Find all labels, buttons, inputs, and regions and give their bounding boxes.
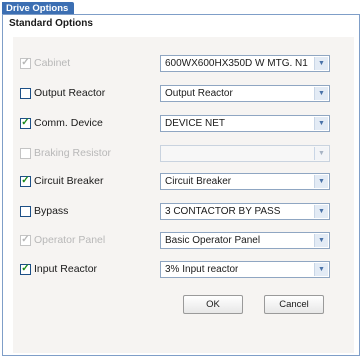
option-output-reactor[interactable]: Output Reactor — [20, 86, 105, 100]
input-reactor-select-value: 3% Input reactor — [165, 264, 239, 275]
option-braking-resistor: Braking Resistor — [20, 146, 111, 160]
output-reactor-label: Output Reactor — [34, 87, 106, 99]
operator-panel-select[interactable]: Basic Operator Panel ▼ — [160, 232, 330, 249]
chevron-down-icon: ▼ — [314, 147, 328, 160]
circuit-breaker-label: Circuit Breaker — [34, 175, 104, 187]
option-operator-panel: ✓ Operator Panel — [20, 233, 105, 247]
check-icon: ✓ — [21, 175, 30, 186]
option-cabinet: ✓ Cabinet — [20, 56, 70, 70]
chevron-down-icon[interactable]: ▼ — [314, 263, 328, 276]
bypass-checkbox[interactable] — [20, 205, 31, 217]
chevron-down-icon[interactable]: ▼ — [314, 117, 328, 130]
check-icon: ✓ — [21, 57, 30, 68]
cabinet-checkbox: ✓ — [20, 57, 31, 69]
comm-device-label: Comm. Device — [34, 117, 103, 129]
braking-resistor-label: Braking Resistor — [34, 147, 112, 159]
chevron-down-icon[interactable]: ▼ — [314, 205, 328, 218]
input-reactor-checkbox[interactable]: ✓ — [20, 263, 31, 275]
comm-device-select[interactable]: DEVICE NET ▼ — [160, 115, 330, 132]
chevron-down-icon[interactable]: ▼ — [314, 57, 328, 70]
circuit-breaker-select-value: Circuit Breaker — [165, 176, 232, 187]
chevron-down-icon[interactable]: ▼ — [314, 87, 328, 100]
operator-panel-label: Operator Panel — [34, 234, 106, 246]
circuit-breaker-checkbox[interactable]: ✓ — [20, 175, 31, 187]
cancel-button[interactable]: Cancel — [264, 295, 324, 314]
bypass-select[interactable]: 3 CONTACTOR BY PASS ▼ — [160, 203, 330, 220]
option-input-reactor[interactable]: ✓ Input Reactor — [20, 262, 97, 276]
section-title: Standard Options — [9, 18, 93, 29]
chevron-down-icon[interactable]: ▼ — [314, 234, 328, 247]
cabinet-select-value: 600WX600HX350D W MTG. N1 C. — [165, 58, 311, 69]
operator-panel-select-value: Basic Operator Panel — [165, 235, 261, 246]
check-icon: ✓ — [21, 263, 30, 274]
check-icon: ✓ — [21, 234, 30, 245]
option-comm-device[interactable]: ✓ Comm. Device — [20, 116, 103, 130]
comm-device-select-value: DEVICE NET — [165, 118, 226, 129]
cabinet-label: Cabinet — [34, 57, 71, 69]
cabinet-select[interactable]: 600WX600HX350D W MTG. N1 C. ▼ — [160, 55, 330, 72]
option-bypass[interactable]: Bypass — [20, 204, 68, 218]
input-reactor-label: Input Reactor — [34, 263, 98, 275]
output-reactor-checkbox[interactable] — [20, 87, 31, 99]
output-reactor-select-value: Output Reactor — [165, 88, 233, 99]
circuit-breaker-select[interactable]: Circuit Breaker ▼ — [160, 173, 330, 190]
operator-panel-checkbox: ✓ — [20, 234, 31, 246]
check-icon: ✓ — [21, 117, 30, 128]
option-circuit-breaker[interactable]: ✓ Circuit Breaker — [20, 174, 103, 188]
output-reactor-select[interactable]: Output Reactor ▼ — [160, 85, 330, 102]
braking-resistor-select: ▼ — [160, 145, 330, 162]
comm-device-checkbox[interactable]: ✓ — [20, 117, 31, 129]
braking-resistor-checkbox — [20, 147, 31, 159]
ok-button[interactable]: OK — [183, 295, 243, 314]
bypass-select-value: 3 CONTACTOR BY PASS — [165, 206, 281, 217]
bypass-label: Bypass — [34, 205, 69, 217]
input-reactor-select[interactable]: 3% Input reactor ▼ — [160, 261, 330, 278]
chevron-down-icon[interactable]: ▼ — [314, 175, 328, 188]
